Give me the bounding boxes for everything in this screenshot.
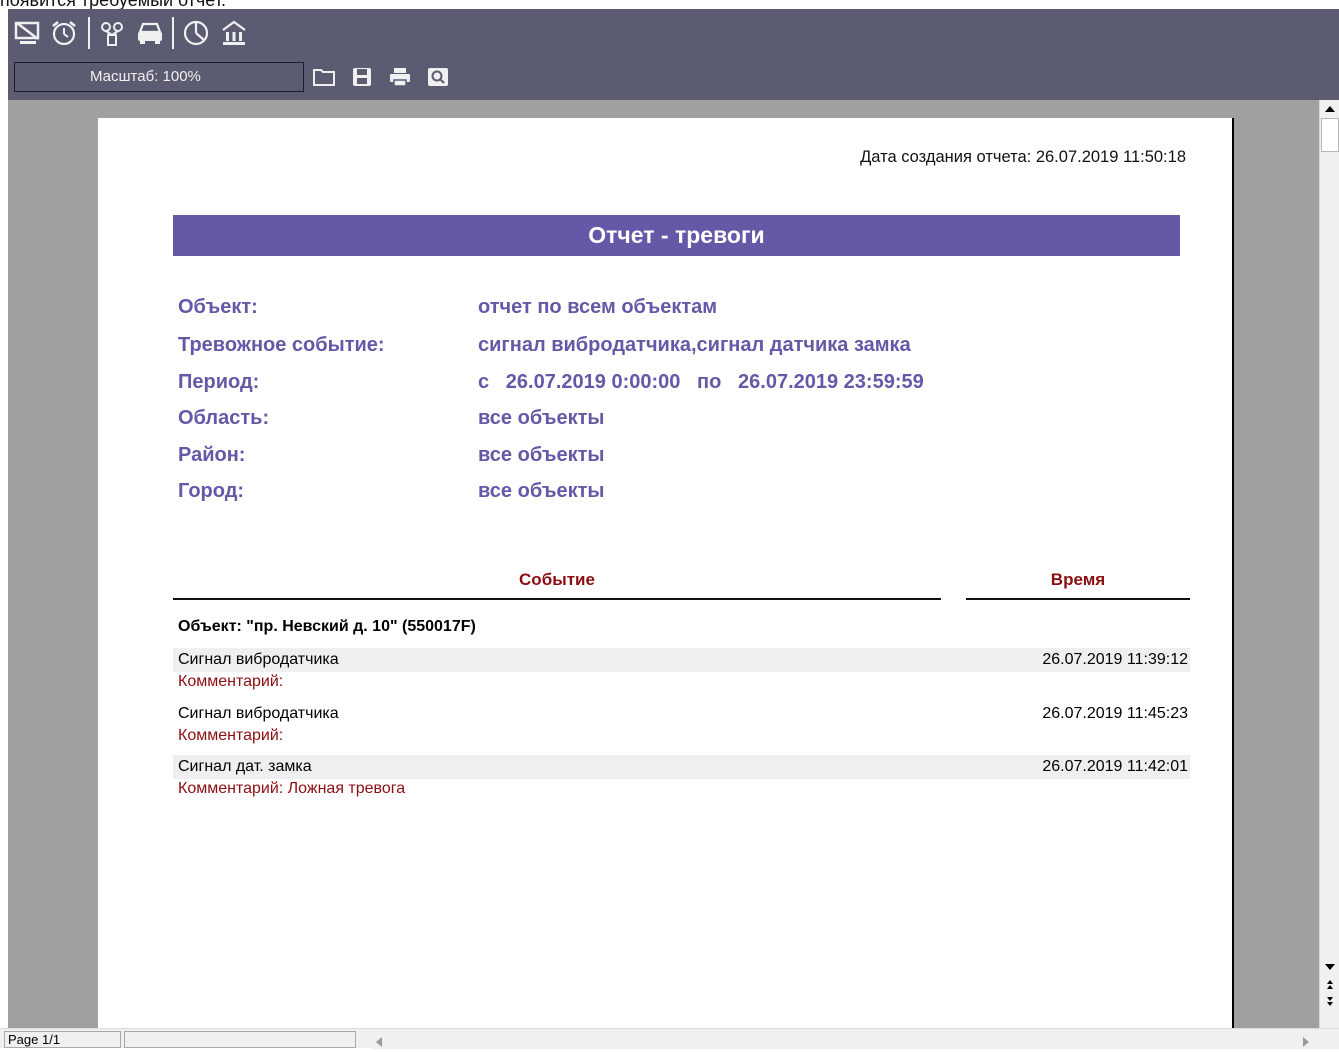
page-indicator: Page 1/1	[4, 1031, 121, 1048]
scroll-down-arrow-icon[interactable]	[1321, 958, 1339, 975]
event-row: Сигнал вибродатчика 26.07.2019 11:39:12	[173, 648, 1190, 672]
report-created-date: Дата создания отчета: 26.07.2019 11:50:1…	[860, 148, 1186, 166]
param-value: с 26.07.2019 0:00:00 по 26.07.2019 23:59…	[478, 371, 924, 393]
event-name: Сигнал вибродатчика	[178, 705, 339, 722]
scroll-left-arrow-icon[interactable]	[376, 1034, 382, 1052]
report-title: Отчет - тревоги	[173, 215, 1180, 256]
event-name: Сигнал дат. замка	[178, 758, 312, 775]
param-label: Тревожное событие:	[178, 334, 385, 356]
event-row: Сигнал вибродатчика 26.07.2019 11:45:23	[173, 702, 1190, 726]
scroll-up-arrow-icon[interactable]	[1321, 100, 1339, 117]
page-down-icon[interactable]	[1321, 993, 1339, 1008]
folder-icon[interactable]	[312, 66, 336, 88]
toolbar-separator	[88, 17, 90, 49]
scroll-right-arrow-icon[interactable]	[1303, 1034, 1309, 1052]
param-value: все объекты	[478, 480, 605, 502]
event-name: Сигнал вибродатчика	[178, 651, 339, 668]
car-icon[interactable]	[134, 17, 166, 49]
alarm-clock-icon[interactable]	[48, 17, 80, 49]
event-comment: Комментарий: Ложная тревога	[178, 780, 406, 797]
toolbar-module-row	[8, 9, 1339, 57]
horizontal-scrollbar[interactable]	[372, 1030, 1339, 1049]
page-up-icon[interactable]	[1321, 977, 1339, 992]
param-label: Период:	[178, 371, 260, 393]
status-panel	[124, 1031, 356, 1048]
toolbar-file-row: Масштаб: 100%	[8, 57, 1339, 97]
event-comment: Комментарий:	[178, 727, 284, 744]
scrollbar-thumb[interactable]	[1321, 118, 1339, 152]
status-bar: Page 1/1	[0, 1028, 1339, 1049]
event-time: 26.07.2019 11:39:12	[1042, 651, 1188, 668]
vertical-scrollbar[interactable]	[1319, 100, 1339, 1028]
param-label: Район:	[178, 444, 246, 466]
zoom-level-field[interactable]: Масштаб: 100%	[14, 62, 304, 92]
column-header-event: Событие	[519, 570, 595, 589]
toolbar: Масштаб: 100%	[8, 9, 1339, 100]
column-divider	[966, 598, 1190, 600]
save-icon[interactable]	[350, 66, 374, 88]
report-viewport: Дата создания отчета: 26.07.2019 11:50:1…	[8, 100, 1319, 1028]
param-label: Город:	[178, 480, 245, 502]
param-value: все объекты	[478, 444, 605, 466]
object-title: Объект: "пр. Невский д. 10" (550017F)	[178, 618, 476, 635]
event-time: 26.07.2019 11:42:01	[1042, 758, 1188, 775]
building-icon[interactable]	[218, 17, 250, 49]
top-caption-fragment: появится требуемый отчет.	[0, 0, 1339, 9]
event-time: 26.07.2019 11:45:23	[1042, 705, 1188, 722]
param-value: сигнал вибродатчика,сигнал датчика замка	[478, 334, 911, 356]
event-comment: Комментарий:	[178, 673, 284, 690]
antenna-icon[interactable]	[96, 17, 128, 49]
print-icon[interactable]	[388, 66, 412, 88]
report-page: Дата создания отчета: 26.07.2019 11:50:1…	[98, 118, 1234, 1028]
event-row: Сигнал дат. замка 26.07.2019 11:42:01	[173, 755, 1190, 779]
column-header-time: Время	[1050, 570, 1106, 589]
monitor-icon[interactable]	[12, 17, 44, 49]
top-caption-text: появится требуемый отчет.	[0, 0, 226, 9]
preview-icon[interactable]	[426, 66, 450, 88]
column-divider	[173, 598, 941, 600]
param-value: все объекты	[478, 407, 605, 429]
toolbar-separator	[172, 17, 174, 49]
pie-chart-icon[interactable]	[180, 17, 212, 49]
param-label: Область:	[178, 407, 270, 429]
param-value: отчет по всем объектам	[478, 296, 718, 318]
param-label: Объект:	[178, 296, 258, 318]
